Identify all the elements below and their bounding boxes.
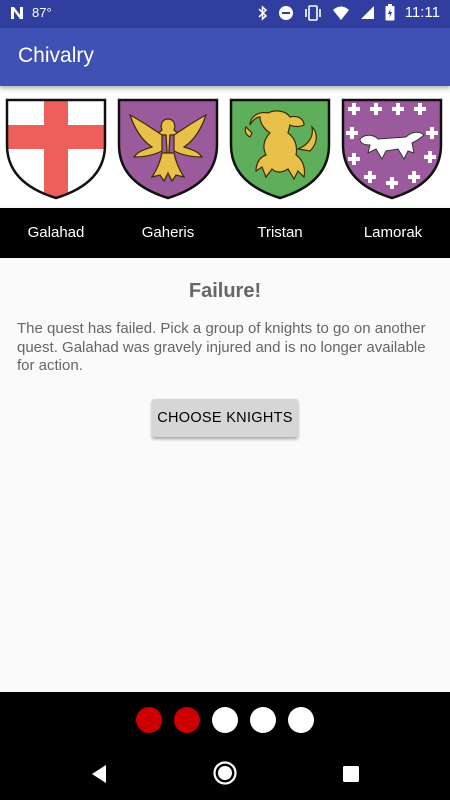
quest-dot-remaining (212, 707, 238, 733)
do-not-disturb-icon (278, 5, 293, 20)
temperature-readout: 87° (32, 5, 52, 20)
app-bar: Chivalry (0, 28, 450, 86)
clock: 11:11 (404, 4, 440, 21)
knight-name-tristan[interactable]: Tristan (224, 224, 336, 241)
quest-progress-dots (136, 707, 314, 733)
wifi-icon (332, 6, 349, 20)
knight-name-lamorak[interactable]: Lamorak (337, 224, 449, 241)
n-logo-icon (11, 6, 23, 19)
vibrate-icon (304, 4, 321, 21)
knight-shields-row (0, 93, 450, 205)
quest-result-panel: Failure! The quest has failed. Pick a gr… (0, 258, 450, 692)
bluetooth-icon (258, 4, 267, 21)
signal-icon (360, 6, 374, 19)
home-icon[interactable] (212, 760, 238, 786)
lion-shield-icon[interactable] (228, 97, 332, 201)
bottom-area (0, 692, 450, 800)
battery-icon (385, 4, 395, 21)
quest-dot-remaining (288, 707, 314, 733)
navigation-bar (0, 754, 450, 794)
knight-name-gaheris[interactable]: Gaheris (112, 224, 224, 241)
quest-dot-failed (174, 707, 200, 733)
recent-apps-icon[interactable] (343, 766, 359, 782)
result-heading: Failure! (188, 280, 262, 302)
crosslet-lion-shield-icon[interactable] (340, 97, 444, 201)
quest-dot-failed (136, 707, 162, 733)
knight-names-bar: Galahad Gaheris Tristan Lamorak (0, 208, 450, 258)
app-title: Chivalry (18, 44, 94, 67)
result-message: The quest has failed. Pick a group of kn… (17, 320, 426, 374)
eagle-shield-icon[interactable] (116, 97, 220, 201)
choose-knights-button[interactable]: CHOOSE KNIGHTS (152, 399, 298, 437)
status-bar: 87° 11:11 (0, 0, 450, 28)
knight-name-galahad[interactable]: Galahad (0, 224, 112, 241)
quest-dot-remaining (250, 707, 276, 733)
app-screen: 87° 11:11 Chivalry Galahad Gaheris Trist… (0, 0, 450, 800)
red-cross-shield-icon[interactable] (4, 97, 108, 201)
back-icon[interactable] (90, 764, 108, 784)
